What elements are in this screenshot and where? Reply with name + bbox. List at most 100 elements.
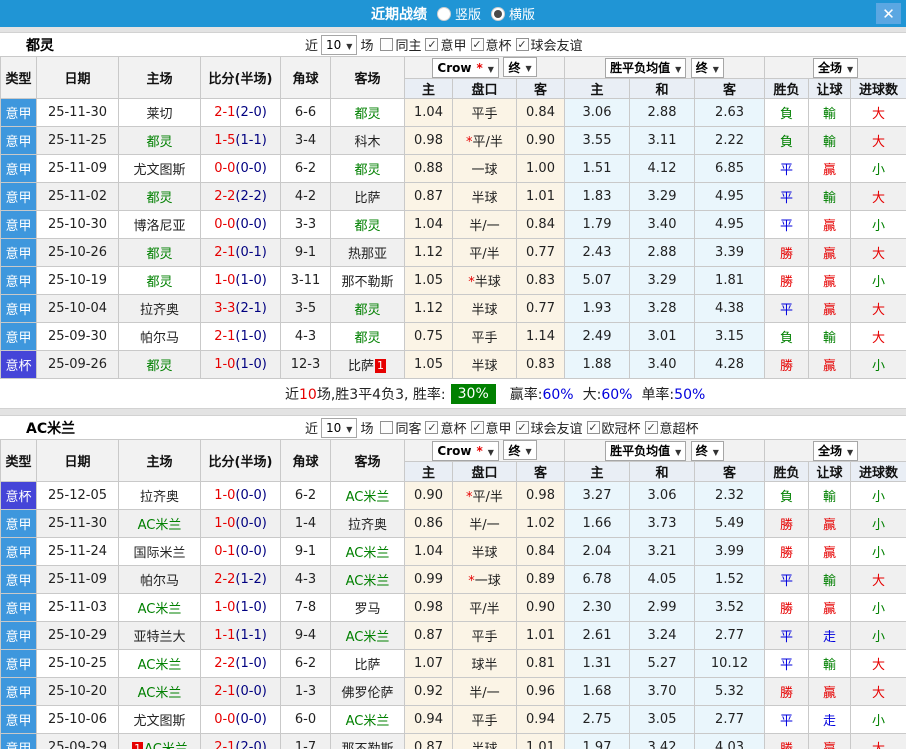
goals-result-cell: 大 [850, 565, 906, 594]
score-cell: 2-1(2-0) [200, 98, 281, 127]
home-team-cell: 博洛尼亚 [118, 210, 201, 239]
league-type-cell: 意甲 [0, 733, 37, 749]
lose-odds-cell: 3.15 [694, 322, 766, 351]
filter-checkbox[interactable]: 意杯 [470, 35, 512, 54]
win-odds-cell: 1.97 [564, 733, 631, 749]
date-cell: 25-10-04 [36, 294, 119, 323]
handicap-away-odds-cell: 0.90 [515, 593, 566, 622]
checkbox-checked-icon[interactable] [644, 421, 658, 434]
win-odds-cell: 2.61 [564, 621, 631, 650]
draw-odds-cell: 3.01 [629, 322, 696, 351]
match-scope-select[interactable]: 全场 [812, 57, 859, 78]
handicap-line-cell: *半球 [452, 266, 517, 295]
match-row: 意甲 25-11-02 都灵 2-2(2-2) 4-2 比萨 0.87 半球 1.01 1.83 3… [0, 182, 906, 211]
away-team-cell: AC米兰 [330, 481, 405, 510]
handicap-away-odds-cell: 0.84 [515, 210, 566, 239]
handicap-win-rate: 赢率:60% [509, 386, 574, 403]
filter-checkbox[interactable]: 欧冠杯 [586, 418, 641, 437]
goals-result-cell: 小 [850, 210, 906, 239]
filter-checkbox[interactable]: 意杯 [425, 418, 467, 437]
away-team-cell: AC米兰 [330, 565, 405, 594]
handicap-result-cell: 贏 [808, 593, 852, 622]
league-type-cell: 意杯 [0, 481, 37, 510]
handicap-result-cell: 贏 [808, 266, 852, 295]
handicap-home-odds-cell: 1.04 [404, 210, 453, 239]
goals-result-cell: 小 [850, 350, 906, 379]
handicap-away-odds-cell: 0.83 [515, 350, 566, 379]
col-header-corner: 角球 [280, 439, 331, 482]
final-odds-select[interactable]: 终 [503, 57, 537, 78]
bookmaker-select[interactable]: Crow * [432, 57, 499, 78]
away-team-cell: AC米兰 [330, 621, 405, 650]
chevron-down-icon [713, 444, 719, 458]
handicap-home-odds-cell: 0.87 [404, 621, 453, 650]
odds-average-select[interactable]: 胜平负均值 [605, 440, 687, 461]
date-cell: 25-09-29 [36, 733, 119, 749]
corner-cell: 9-1 [280, 537, 331, 566]
corner-cell: 3-5 [280, 294, 331, 323]
match-scope-select[interactable]: 全场 [812, 440, 859, 461]
filter-checkbox[interactable]: 意甲 [425, 35, 467, 54]
filter-checkbox[interactable]: 球会友谊 [515, 35, 583, 54]
win-odds-cell: 2.30 [564, 593, 631, 622]
checkbox-checked-icon[interactable] [470, 421, 484, 434]
checkbox-checked-icon[interactable] [425, 38, 439, 51]
handicap-home-odds-cell: 1.04 [404, 98, 453, 127]
radio-horizontal-layout[interactable] [491, 6, 505, 21]
match-row: 意杯 25-09-26 都灵 1-0(1-0) 12-3 比萨 1 1.05 半球 0.83 1.8… [0, 350, 906, 379]
bookmaker-select[interactable]: Crow * [432, 440, 499, 461]
final-odds-select-2[interactable]: 终 [690, 440, 724, 461]
date-cell: 25-10-29 [36, 621, 119, 650]
win-odds-cell: 2.04 [564, 537, 631, 566]
goals-result-cell: 小 [850, 509, 906, 538]
checkbox-checked-icon[interactable] [470, 38, 484, 51]
filter-checkbox[interactable]: 意超杯 [644, 418, 699, 437]
checkbox-unchecked-icon[interactable] [380, 421, 394, 434]
filter-checkbox[interactable]: 同客 [380, 418, 421, 437]
handicap-away-odds-cell: 0.84 [515, 98, 566, 127]
home-team-cell: 尤文图斯 [118, 705, 201, 734]
filter-checkbox[interactable]: 球会友谊 [515, 418, 583, 437]
checkbox-label: 意杯 [485, 39, 512, 54]
lose-odds-cell: 1.52 [694, 565, 766, 594]
match-row: 意甲 25-10-19 都灵 1-0(1-0) 3-11 那不勒斯 1.05 *半球 0.83 5… [0, 266, 906, 295]
match-row: 意甲25-09-291AC米兰2-1(2-0)1-7那不勒斯0.87半球1.01… [0, 733, 906, 749]
checkbox-checked-icon[interactable] [425, 421, 439, 434]
checkbox-checked-icon[interactable] [586, 421, 600, 434]
odds-average-select[interactable]: 胜平负均值 [605, 57, 687, 78]
matches-count-select[interactable]: 10 [321, 34, 358, 55]
result-cell: 勝 [764, 238, 810, 267]
handicap-result-cell: 贏 [808, 733, 852, 749]
radio-vertical-label[interactable]: 竖版 [455, 4, 481, 23]
handicap-line-cell: 半/一 [452, 509, 517, 538]
team-name: AC米兰 [26, 420, 76, 437]
checkbox-unchecked-icon[interactable] [380, 38, 394, 51]
col-header-goals: 进球数 [850, 461, 906, 482]
handicap-result-cell: 贏 [808, 238, 852, 267]
checkbox-checked-icon[interactable] [515, 421, 529, 434]
radio-vertical-layout[interactable] [436, 6, 451, 21]
close-icon[interactable]: ✕ [876, 3, 901, 24]
final-odds-select-2[interactable]: 终 [690, 57, 724, 78]
lose-odds-cell: 2.77 [694, 705, 766, 734]
red-number-badge: 1 [375, 359, 386, 373]
col-header-away: 客场 [330, 439, 405, 482]
handicap-away-odds-cell: 0.98 [515, 481, 566, 510]
col-header-handicap-result: 让球 [808, 461, 852, 482]
matches-count-select[interactable]: 10 [321, 417, 358, 438]
chevron-down-icon [346, 421, 352, 435]
col-header-home: 主场 [118, 439, 201, 482]
checkbox-checked-icon[interactable] [515, 38, 529, 51]
home-team-cell: 国际米兰 [118, 537, 201, 566]
handicap-result-cell: 贏 [808, 509, 852, 538]
score-cell: 2-2(1-2) [200, 565, 281, 594]
filter-checkbox[interactable]: 同主 [380, 35, 421, 54]
checkbox-label: 同客 [395, 422, 422, 437]
final-odds-select[interactable]: 终 [503, 440, 537, 461]
radio-horizontal-label[interactable]: 横版 [509, 4, 535, 23]
filter-checkbox[interactable]: 意甲 [470, 418, 512, 437]
draw-odds-cell: 3.40 [629, 210, 696, 239]
matches-label: 场 [360, 422, 374, 437]
home-team-cell: 都灵 [118, 350, 201, 379]
col-header-odds-win: 主 [564, 78, 631, 99]
